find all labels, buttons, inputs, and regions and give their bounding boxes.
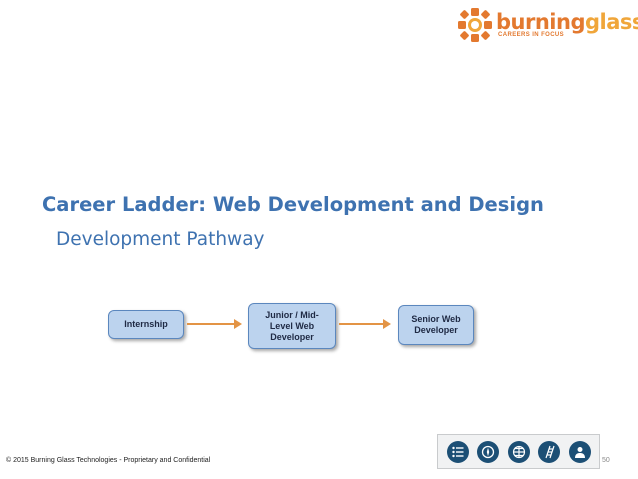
slide-subtitle: Development Pathway — [56, 229, 265, 250]
logo-wordmark: burningglass — [496, 11, 638, 33]
pathway-step-line: Senior Web — [411, 314, 461, 324]
pathway-step-internship: Internship — [108, 310, 184, 339]
pathway-step-line: Internship — [124, 319, 168, 329]
logo-word-glass: glass — [584, 10, 638, 34]
pathway-step-senior-developer: Senior Web Developer — [398, 305, 474, 345]
logo-tagline: CAREERS IN FOCUS — [498, 32, 565, 38]
pathway-step-line: Developer — [270, 331, 314, 342]
icon-bar — [437, 434, 600, 469]
copyright-notice: © 2015 Burning Glass Technologies - Prop… — [6, 457, 211, 464]
ladder-icon[interactable] — [538, 440, 560, 463]
pathway-arrow — [339, 319, 391, 329]
pathway-step-line: Junior / Mid- — [265, 309, 319, 320]
company-logo: burningglass CAREERS IN FOCUS — [458, 8, 638, 42]
logo-word-burning: burning — [496, 10, 585, 34]
logo-mark-icon — [458, 8, 492, 42]
people-icon[interactable] — [568, 440, 591, 463]
slide-title: Career Ladder: Web Development and Desig… — [42, 193, 544, 216]
page-number: 50 — [602, 457, 610, 464]
pathway-step-line: Level Web — [269, 320, 315, 331]
pathway-step-line: Developer — [414, 325, 458, 335]
pathway-step-junior-mid-developer: Junior / Mid- Level Web Developer — [248, 303, 336, 349]
pathway-arrow — [187, 319, 242, 329]
compass-icon[interactable] — [477, 440, 499, 463]
grid-icon[interactable] — [507, 440, 530, 463]
list-icon[interactable] — [446, 440, 469, 463]
